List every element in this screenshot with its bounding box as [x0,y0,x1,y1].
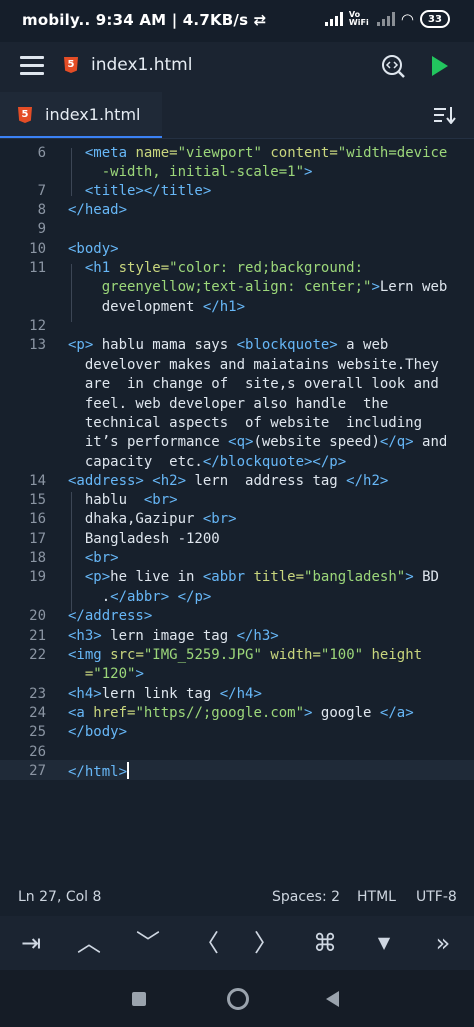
language-mode[interactable]: HTML [357,889,396,905]
sort-icon[interactable] [432,106,456,124]
html5-file-icon: 5 [18,107,32,123]
battery-level: 33 [428,13,442,25]
html5-file-icon: 5 [64,57,78,73]
cursor-position[interactable]: Ln 27, Col 8 [18,889,101,905]
code-line-active: 27 </html> [0,760,474,780]
system-nav-bar [0,970,474,1027]
system-status-bar: mobily.. 9:34 AM | 4.7KB/s ⇄ Vo WiFi ◠ 3… [0,0,474,42]
run-icon[interactable] [432,56,448,76]
text-cursor [127,762,130,779]
tab-index1[interactable]: 5 index1.html [0,92,162,138]
file-encoding[interactable]: UTF-8 [416,889,457,905]
home-button[interactable] [227,988,249,1010]
clock: 9:34 AM [95,11,167,29]
extra-keys-bar: ⇥ ︿ ﹀ 〈 〉 ⌘ ▼ » [0,916,474,970]
battery-icon: 33 [420,10,450,28]
dropdown-icon[interactable]: ▼ [367,926,401,960]
wifi-icon: ◠ [400,10,414,28]
indent-setting[interactable]: Spaces: 2 [272,889,340,905]
arrow-down-icon[interactable]: ﹀ [131,926,165,960]
arrow-left-icon[interactable]: 〈 [190,926,224,960]
tab-key-icon[interactable]: ⇥ [14,926,48,960]
editor-status-line: Ln 27, Col 8 Spaces: 2 HTML UTF-8 [0,880,474,916]
network-speed: 4.7KB/s [182,11,249,29]
preview-icon[interactable] [380,53,406,79]
menu-icon[interactable] [20,56,44,76]
code-editor[interactable]: 6 <meta name="viewport" content="width=d… [0,140,474,880]
arrow-right-icon[interactable]: 〉 [249,926,283,960]
tab-bar: 5 index1.html [0,92,474,139]
tab-label: index1.html [45,105,141,124]
recents-button[interactable] [132,992,146,1006]
more-icon[interactable]: » [426,926,460,960]
app-toolbar: 5 index1.html [0,42,474,92]
sync-icon: ⇄ [253,11,267,29]
signal-icon [324,12,343,26]
carrier-name: mobily.. [22,11,91,29]
back-button[interactable] [326,991,339,1007]
arrow-up-icon[interactable]: ︿ [72,926,106,960]
file-title: index1.html [91,55,193,75]
vowifi-label: Vo WiFi [348,10,369,27]
signal-2-icon [376,12,395,26]
command-key-icon[interactable]: ⌘ [308,926,342,960]
